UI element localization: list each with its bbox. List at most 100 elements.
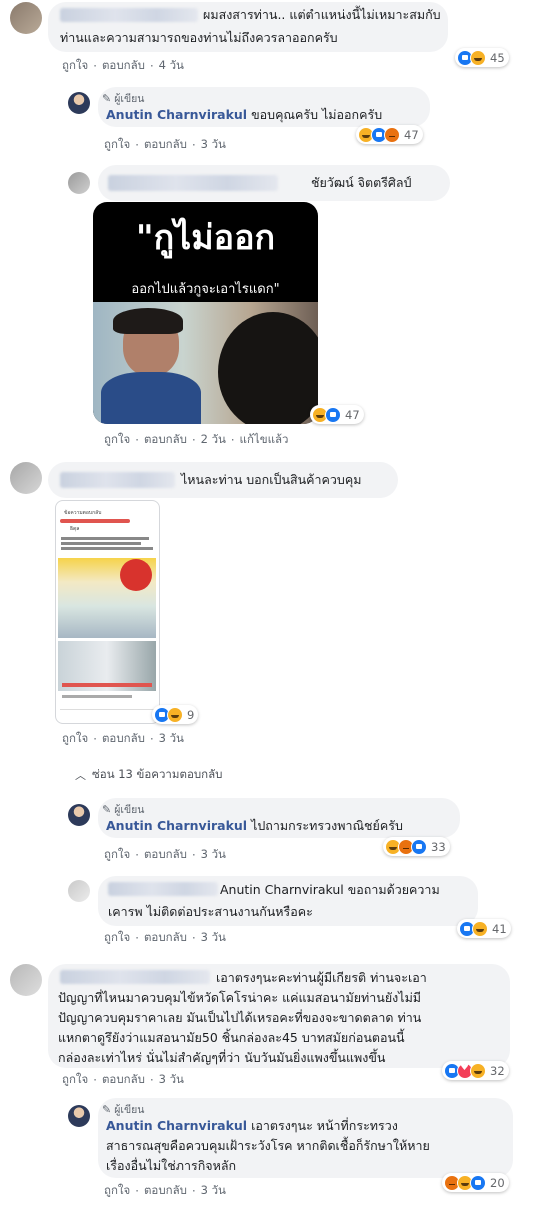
comment-bubble: Anutin Charnvirakul ขอถามด้วยความ เคารพ … — [98, 876, 478, 926]
reaction-summary[interactable]: 32 — [442, 1061, 509, 1080]
timestamp[interactable]: 3 วัน — [159, 730, 184, 748]
reaction-count: 41 — [492, 921, 507, 936]
comment-bubble: ชัยวัฒน์ จิตตรีศิลป์ — [98, 165, 450, 201]
avatar[interactable] — [10, 964, 42, 996]
timestamp[interactable]: 3 วัน — [201, 136, 226, 154]
like-reaction-icon — [470, 1174, 486, 1191]
pencil-icon: ✎ — [102, 92, 112, 105]
like-link[interactable]: ถูกใจ — [62, 1071, 88, 1089]
reaction-summary[interactable]: 47 — [310, 405, 364, 424]
reaction-summary[interactable]: 9 — [152, 705, 199, 724]
comment-actions: ถูกใจ · ตอบกลับ · 2 วัน · แก้ไขแล้ว — [104, 431, 289, 449]
author-avatar[interactable] — [68, 1105, 90, 1127]
comment-text: เคารพ ไม่ติดต่อประสานงานกันหรือคะ — [108, 904, 313, 919]
reaction-summary[interactable]: 20 — [442, 1173, 509, 1192]
reaction-count: 32 — [490, 1063, 505, 1078]
comment-text: กล่องละเท่าไหร่ นั่นไม่สำคัญๆที่ว่า นับว… — [58, 1050, 386, 1065]
like-link[interactable]: ถูกใจ — [104, 136, 130, 154]
like-link[interactable]: ถูกใจ — [104, 431, 130, 449]
reaction-summary[interactable]: 45 — [455, 48, 509, 67]
reaction-summary[interactable]: 41 — [457, 919, 511, 938]
reply-link[interactable]: ตอบกลับ — [102, 57, 145, 75]
commenter-name-redacted — [108, 882, 218, 896]
reaction-summary[interactable]: 47 — [356, 125, 423, 144]
commenter-name-redacted — [60, 970, 210, 984]
comment-text: ขอบคุณครับ ไม่ออกครับ — [251, 107, 383, 122]
comment-text: Anutin Charnvirakul ขอถามด้วยความ — [220, 882, 440, 897]
reaction-count: 47 — [345, 407, 360, 422]
comment-actions: ถูกใจ · ตอบกลับ · 3 วัน — [104, 846, 226, 864]
like-reaction-icon — [411, 838, 427, 855]
haha-reaction-icon — [470, 1062, 486, 1079]
reaction-count: 20 — [490, 1175, 505, 1190]
comment-text: ปัญญาที่ไหนมาควบคุมไข้หวัดโคโรน่าคะ แค่แ… — [58, 990, 422, 1005]
timestamp[interactable]: 3 วัน — [201, 1182, 226, 1200]
timestamp[interactable]: 3 วัน — [201, 846, 226, 864]
comment-text: เอาตรงๆนะ หน้าที่กระทรวง — [251, 1118, 398, 1133]
edited-label[interactable]: แก้ไขแล้ว — [240, 431, 289, 449]
haha-reaction-icon — [470, 49, 486, 66]
hide-replies-link[interactable]: ︿ ซ่อน 13 ข้อความตอบกลับ — [75, 766, 222, 784]
haha-reaction-icon — [167, 706, 183, 723]
angry-reaction-icon — [384, 126, 400, 143]
author-avatar[interactable] — [68, 804, 90, 826]
commenter-name-redacted — [60, 8, 198, 22]
comment-actions: ถูกใจ · ตอบกลับ · 4 วัน — [62, 57, 184, 75]
comment-text: ปัญญาควบคุมราคาเลย มันเป็นไปได้เหรอคะที่… — [58, 1010, 422, 1025]
reply-link[interactable]: ตอบกลับ — [102, 1071, 145, 1089]
reply-link[interactable]: ตอบกลับ — [144, 1182, 187, 1200]
reply-link[interactable]: ตอบกลับ — [102, 730, 145, 748]
commenter-name[interactable]: ชัยวัฒน์ จิตตรีศิลป์ — [311, 173, 411, 193]
like-link[interactable]: ถูกใจ — [104, 929, 130, 947]
reply-link[interactable]: ตอบกลับ — [144, 929, 187, 947]
timestamp[interactable]: 2 วัน — [201, 431, 226, 449]
like-link[interactable]: ถูกใจ — [62, 730, 88, 748]
reply-link[interactable]: ตอบกลับ — [144, 136, 187, 154]
reaction-summary[interactable]: 33 — [383, 837, 450, 856]
avatar[interactable] — [10, 2, 42, 34]
comment-actions: ถูกใจ · ตอบกลับ · 3 วัน — [104, 929, 226, 947]
author-avatar[interactable] — [68, 92, 90, 114]
comment-text: ไหนละท่าน บอกเป็นสินค้าควบคุม — [181, 472, 362, 487]
timestamp[interactable]: 3 วัน — [159, 1071, 184, 1089]
like-link[interactable]: ถูกใจ — [62, 57, 88, 75]
commenter-name-redacted — [60, 472, 175, 488]
comment-text: สาธารณสุขคือควบคุมเฝ้าระวังโรค หากติดเชื… — [106, 1138, 430, 1153]
commenter-name[interactable]: Anutin Charnvirakul — [106, 1118, 247, 1133]
comment-text: ผมสงสารท่าน.. แต่ตำแหน่งนี้ไม่เหมาะสมกับ — [203, 7, 441, 22]
comment-actions: ถูกใจ · ตอบกลับ · 3 วัน — [62, 1071, 184, 1089]
like-link[interactable]: ถูกใจ — [104, 1182, 130, 1200]
meme-subcaption: ออกไปแล้วกูจะเอาไรแดก" — [131, 282, 280, 297]
screenshot-image[interactable]: ข้อความตอบกลับ ธิดุล — [55, 500, 160, 724]
commenter-name[interactable]: Anutin Charnvirakul — [106, 818, 247, 833]
comment-text: แหกตาดูรึยังว่าแมสอนามัย50 ชิ้นกล่องละ45… — [58, 1030, 405, 1045]
avatar[interactable] — [68, 172, 90, 194]
reply-link[interactable]: ตอบกลับ — [144, 431, 187, 449]
commenter-name[interactable]: Anutin Charnvirakul — [106, 107, 247, 122]
reaction-count: 9 — [187, 707, 195, 722]
comment-actions: ถูกใจ · ตอบกลับ · 3 วัน — [104, 1182, 226, 1200]
screenshot-header: ข้อความตอบกลับ — [64, 510, 102, 516]
meme-caption: "กูไม่ออก — [135, 218, 276, 258]
reaction-count: 47 — [404, 127, 419, 142]
avatar[interactable] — [68, 880, 90, 902]
comment-bubble: เอาตรงๆนะคะท่านผู้มีเกียรติ ท่านจะเอา ปั… — [48, 964, 510, 1068]
comment-bubble: ✎ ผู้เขียน Anutin Charnvirakul ขอบคุณครั… — [98, 87, 430, 127]
chevron-up-icon: ︿ — [75, 769, 86, 782]
like-link[interactable]: ถูกใจ — [104, 846, 130, 864]
commenter-name-redacted — [108, 175, 278, 191]
reaction-count: 33 — [431, 839, 446, 854]
timestamp[interactable]: 4 วัน — [159, 57, 184, 75]
timestamp[interactable]: 3 วัน — [201, 929, 226, 947]
meme-photo — [93, 302, 318, 424]
reply-link[interactable]: ตอบกลับ — [144, 846, 187, 864]
meme-image[interactable]: "กูไม่ออก ออกไปแล้วกูจะเอาไรแดก" — [93, 202, 318, 424]
comment-text: ไปถามกระทรวงพาณิชย์ครับ — [251, 818, 403, 833]
comment-text: เรื่องอื่นไม่ใช่ภารกิจหลัก — [106, 1158, 237, 1173]
comment-bubble: ✎ ผู้เขียน Anutin Charnvirakul เอาตรงๆนะ… — [98, 1098, 513, 1178]
pencil-icon: ✎ — [102, 803, 112, 816]
hide-replies-label: ซ่อน 13 ข้อความตอบกลับ — [92, 767, 223, 781]
avatar[interactable] — [10, 462, 42, 494]
comment-text: ท่านและความสามารถของท่านไม่ถึงควรลาออกคร… — [60, 30, 338, 45]
like-reaction-icon — [325, 406, 341, 423]
